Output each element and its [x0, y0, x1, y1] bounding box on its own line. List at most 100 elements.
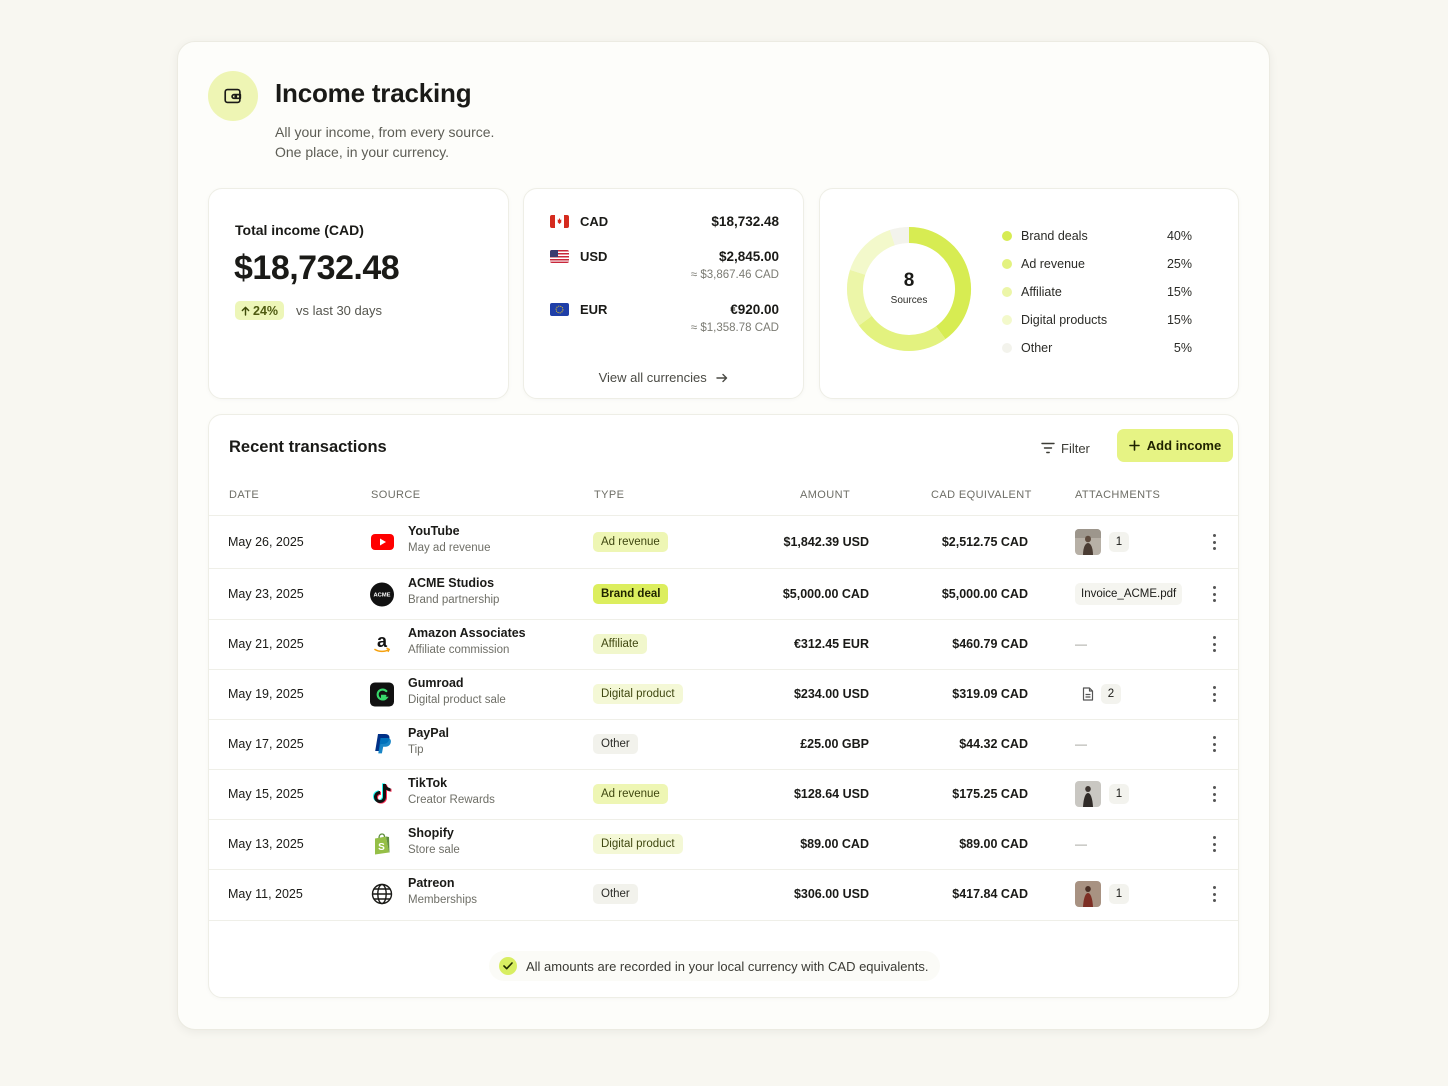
currency-conversion: ≈ $1,358.78 CAD — [690, 322, 779, 334]
globe-icon — [370, 882, 394, 906]
currency-amount: $18,732.48 — [711, 214, 779, 229]
type-badge: Affiliate — [593, 634, 647, 654]
more-options-icon[interactable] — [1208, 586, 1220, 602]
legend-label: Digital products — [1021, 313, 1108, 327]
more-options-icon[interactable] — [1208, 886, 1220, 902]
attachments[interactable]: 1 — [1075, 517, 1129, 567]
row-cad: $44.32 CAD — [959, 737, 1028, 751]
row-amount: $5,000.00 CAD — [782, 587, 869, 601]
table-row[interactable]: May 15, 2025 TikTok Creator Rewards Ad r… — [209, 769, 1238, 819]
filter-button[interactable]: Filter — [1041, 437, 1090, 459]
currency-code: USD — [580, 249, 608, 264]
source-detail: Memberships — [408, 894, 478, 906]
table-row[interactable]: May 21, 2025 a Amazon Associates Affilia… — [209, 619, 1238, 669]
total-income-value: $18,732.48 — [234, 249, 400, 287]
table-row[interactable]: May 19, 2025 Gumroad Digital product sal… — [209, 669, 1238, 719]
eu-flag-icon — [550, 303, 569, 316]
currency-conversion: ≈ $3,867.46 CAD — [690, 269, 779, 281]
currency-row-cad: CAD $18,732.48 — [550, 212, 779, 232]
legend-dot — [1002, 315, 1012, 325]
change-badge: 24% — [235, 301, 285, 320]
add-income-label: Add income — [1146, 438, 1222, 453]
legend-label: Other — [1021, 341, 1053, 355]
row-cad: $319.09 CAD — [952, 687, 1028, 701]
more-options-icon[interactable] — [1208, 534, 1220, 550]
table-row[interactable]: May 13, 2025 S Shopify Store sale Digita… — [209, 819, 1238, 869]
source-name: ACME Studios — [408, 576, 495, 590]
table-row[interactable]: May 23, 2025 ACME ACME Studios Brand par… — [209, 569, 1238, 619]
attachment-file[interactable]: Invoice_ACME.pdf — [1075, 583, 1183, 605]
add-income-button[interactable]: Add income — [1117, 429, 1233, 462]
source-name: PayPal — [408, 726, 450, 740]
row-date: May 15, 2025 — [228, 787, 304, 801]
source-name: Amazon Associates — [408, 626, 526, 640]
source-detail: Tip — [408, 744, 424, 756]
more-options-icon[interactable] — [1208, 686, 1220, 702]
source-detail: May ad revenue — [408, 542, 491, 554]
no-attachment: — — [1075, 837, 1087, 851]
source-detail: Creator Rewards — [408, 794, 495, 806]
legend-item: Affiliate 15% — [1002, 284, 1192, 300]
attachments[interactable]: 2 — [1075, 669, 1121, 719]
table-row[interactable]: May 26, 2025 YouTube May ad revenue Ad r… — [209, 517, 1238, 567]
col-amount[interactable]: AMOUNT — [800, 489, 850, 501]
attachment-thumbnail[interactable] — [1075, 529, 1101, 555]
legend-percent: 15% — [1166, 285, 1192, 299]
subtitle-line: All your income, from every source. — [275, 124, 495, 140]
filter-label: Filter — [1061, 440, 1090, 456]
attachments[interactable]: 1 — [1075, 769, 1129, 819]
row-date: May 13, 2025 — [228, 837, 304, 851]
table-row[interactable]: May 17, 2025 PayPal Tip Other £25.00 GBP… — [209, 719, 1238, 769]
source-detail: Brand partnership — [408, 594, 500, 606]
attachment-count: 1 — [1109, 884, 1129, 904]
source-detail: Affiliate commission — [408, 644, 510, 656]
divider — [209, 920, 1238, 921]
table-row[interactable]: May 11, 2025 Patreon Memberships Other $… — [209, 869, 1238, 919]
currency-row-usd: USD $2,845.00 ≈ $3,867.46 CAD — [550, 247, 779, 281]
canada-flag-icon — [550, 215, 569, 228]
attachments: — — [1075, 619, 1087, 669]
attachment-thumbnail[interactable] — [1075, 781, 1101, 807]
row-amount: €312.45 EUR — [793, 637, 869, 651]
page-title: Income tracking — [275, 78, 472, 108]
row-amount: $306.00 USD — [793, 887, 869, 901]
legend-dot — [1002, 231, 1012, 241]
shopify-icon: S — [370, 832, 394, 856]
source-name: Patreon — [408, 876, 455, 890]
amazon-icon: a — [370, 632, 394, 656]
col-attachments[interactable]: ATTACHMENTS — [1075, 489, 1160, 501]
col-cad-equivalent[interactable]: CAD EQUIVALENT — [931, 489, 1032, 501]
more-options-icon[interactable] — [1208, 736, 1220, 752]
col-date[interactable]: DATE — [229, 489, 259, 501]
more-options-icon[interactable] — [1208, 786, 1220, 802]
row-amount: £25.00 GBP — [800, 737, 869, 751]
gumroad-icon — [370, 682, 394, 706]
row-cad: $417.84 CAD — [952, 887, 1028, 901]
document-icon[interactable] — [1075, 681, 1101, 707]
legend-label: Ad revenue — [1021, 257, 1085, 271]
col-source[interactable]: SOURCE — [371, 489, 420, 501]
row-cad: $5,000.00 CAD — [941, 587, 1028, 601]
legend-percent: 40% — [1166, 229, 1192, 243]
row-date: May 19, 2025 — [228, 687, 304, 701]
page-subtitle: All your income, from every source. One … — [275, 122, 494, 162]
legend-dot — [1002, 259, 1012, 269]
row-amount: $89.00 CAD — [800, 837, 869, 851]
view-all-currencies-link[interactable]: View all currencies — [524, 370, 803, 386]
type-badge: Other — [593, 734, 638, 754]
more-options-icon[interactable] — [1208, 836, 1220, 852]
type-badge: Ad revenue — [593, 532, 668, 552]
currency-amount: $2,845.00 — [718, 249, 779, 264]
attachments[interactable]: Invoice_ACME.pdf — [1075, 569, 1183, 619]
col-type[interactable]: TYPE — [594, 489, 624, 501]
filter-icon — [1041, 442, 1055, 454]
currency-row-eur: EUR €920.00 ≈ $1,358.78 CAD — [550, 300, 779, 334]
change-label: vs last 30 days — [296, 303, 382, 318]
attachment-thumbnail[interactable] — [1075, 881, 1101, 907]
type-badge: Digital product — [593, 684, 683, 704]
source-detail: Store sale — [408, 844, 460, 856]
row-date: May 21, 2025 — [228, 637, 304, 651]
attachments[interactable]: 1 — [1075, 869, 1129, 919]
more-options-icon[interactable] — [1208, 636, 1220, 652]
row-amount: $1,842.39 USD — [783, 535, 869, 549]
